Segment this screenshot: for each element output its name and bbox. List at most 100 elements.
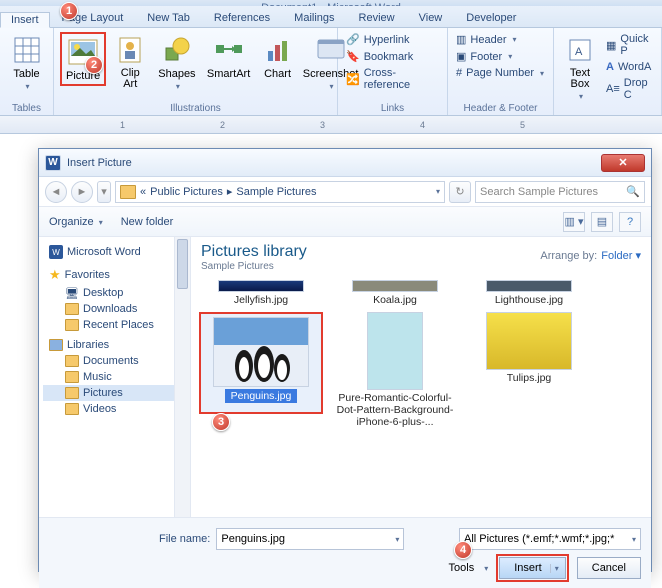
callout-4: 4 xyxy=(454,541,472,559)
preview-pane-button[interactable]: ▤ xyxy=(591,212,613,232)
footer-icon: ▣ xyxy=(456,50,466,63)
nav-videos[interactable]: Videos xyxy=(43,401,186,417)
bookmark-button[interactable]: 🔖Bookmark xyxy=(344,49,415,64)
tools-menu[interactable]: Tools xyxy=(449,562,475,574)
dialog-titlebar[interactable]: W Insert Picture ✕ xyxy=(39,149,651,177)
nav-downloads[interactable]: Downloads xyxy=(43,301,186,317)
tab-view[interactable]: View xyxy=(407,9,455,27)
group-label-links: Links xyxy=(338,103,447,114)
clipart-icon xyxy=(114,34,146,66)
word-icon: W xyxy=(45,155,61,171)
folder-icon xyxy=(65,303,79,315)
tab-insert[interactable]: Insert xyxy=(0,12,50,28)
pagenumber-button[interactable]: #Page Number▾ xyxy=(454,66,546,80)
nav-msword[interactable]: WMicrosoft Word xyxy=(43,243,186,261)
tab-developer[interactable]: Developer xyxy=(454,9,528,27)
help-button[interactable]: ? xyxy=(619,212,641,232)
dropcap-button[interactable]: A≡Drop C xyxy=(604,76,655,102)
chevron-down-icon: ▾ xyxy=(176,82,180,91)
history-dropdown[interactable]: ▾ xyxy=(97,181,111,203)
cancel-button[interactable]: Cancel xyxy=(577,557,641,579)
star-icon: ★ xyxy=(49,267,61,283)
arrange-label: Arrange by: xyxy=(540,250,597,262)
insert-picture-dialog: W Insert Picture ✕ ◄ ► ▾ « Public Pictur… xyxy=(38,148,652,572)
folder-icon xyxy=(65,403,79,415)
clipart-label: Clip Art xyxy=(114,68,146,90)
nav-desktop[interactable]: 🖥Desktop xyxy=(43,285,186,301)
hyperlink-button[interactable]: 🔗Hyperlink xyxy=(344,32,412,47)
filetype-dropdown[interactable]: All Pictures (*.emf;*.wmf;*.jpg;*▾ xyxy=(459,528,641,550)
chart-label: Chart xyxy=(264,68,291,80)
folder-icon xyxy=(65,387,79,399)
quickparts-icon: ▦ xyxy=(606,39,616,52)
file-pure-romantic[interactable]: Pure-Romantic-Colorful-Dot-Pattern-Backg… xyxy=(333,312,457,428)
svg-text:A: A xyxy=(575,46,583,58)
footer-button[interactable]: ▣Footer▾ xyxy=(454,49,514,64)
nav-recent[interactable]: Recent Places xyxy=(43,317,186,333)
library-subtitle: Sample Pictures xyxy=(201,261,307,272)
refresh-button[interactable]: ↻ xyxy=(449,181,471,203)
table-button[interactable]: Table▾ xyxy=(6,32,47,93)
tab-mailings[interactable]: Mailings xyxy=(282,9,346,27)
smartart-button[interactable]: SmartArt xyxy=(204,32,254,82)
pagenumber-icon: # xyxy=(456,67,462,79)
nav-music[interactable]: Music xyxy=(43,369,186,385)
nav-favorites[interactable]: ★Favorites xyxy=(43,265,186,285)
nav-documents[interactable]: Documents xyxy=(43,353,186,369)
chevron-down-icon: ▾ xyxy=(330,82,334,91)
callout-1: 1 xyxy=(60,2,78,20)
smartart-icon xyxy=(213,34,245,66)
breadcrumb[interactable]: Sample Pictures xyxy=(236,186,316,198)
header-button[interactable]: ▥Header▾ xyxy=(454,32,519,47)
group-label-headerfooter: Header & Footer xyxy=(448,103,553,114)
filename-input[interactable]: Penguins.jpg▾ xyxy=(216,528,404,550)
table-icon xyxy=(11,34,43,66)
app-title: Document1 - Microsoft Word xyxy=(261,2,401,6)
group-text: A Text Box▾ ▦Quick P AWordA A≡Drop C xyxy=(554,28,662,115)
back-button[interactable]: ◄ xyxy=(45,181,67,203)
file-jellyfish[interactable]: Jellyfish.jpg xyxy=(199,280,323,306)
close-button[interactable]: ✕ xyxy=(601,154,645,172)
textbox-button[interactable]: A Text Box▾ xyxy=(560,32,600,103)
insert-button[interactable]: Insert▾ xyxy=(499,557,566,579)
wordart-button[interactable]: AWordA xyxy=(604,60,655,74)
clipart-button[interactable]: Clip Art xyxy=(110,32,150,92)
search-placeholder: Search Sample Pictures xyxy=(480,186,598,198)
folder-icon xyxy=(65,371,79,383)
table-label: Table xyxy=(13,68,39,80)
horizontal-ruler[interactable]: 1 2 3 4 5 xyxy=(0,116,662,134)
crossref-button[interactable]: 🔀Cross-reference xyxy=(344,66,441,92)
tab-new-tab[interactable]: New Tab xyxy=(135,9,202,27)
address-bar[interactable]: « Public Pictures ▸ Sample Pictures ▾ xyxy=(115,181,445,203)
file-koala[interactable]: Koala.jpg xyxy=(333,280,457,306)
group-headerfooter: ▥Header▾ ▣Footer▾ #Page Number▾ Header &… xyxy=(448,28,554,115)
group-links: 🔗Hyperlink 🔖Bookmark 🔀Cross-reference Li… xyxy=(338,28,448,115)
organize-menu[interactable]: Organize ▾ xyxy=(49,216,103,228)
file-penguins[interactable]: Penguins.jpg xyxy=(199,312,323,414)
view-mode-button[interactable]: ▥ ▾ xyxy=(563,212,585,232)
search-input[interactable]: Search Sample Pictures 🔍 xyxy=(475,181,645,203)
wordart-icon: A xyxy=(606,61,614,73)
file-lighthouse[interactable]: Lighthouse.jpg xyxy=(467,280,591,306)
breadcrumb[interactable]: Public Pictures xyxy=(150,186,223,198)
hyperlink-icon: 🔗 xyxy=(346,33,360,46)
crossref-icon: 🔀 xyxy=(346,73,360,86)
forward-button[interactable]: ► xyxy=(71,181,93,203)
tab-references[interactable]: References xyxy=(202,9,282,27)
group-label-illustrations: Illustrations xyxy=(54,103,337,114)
folder-icon xyxy=(120,185,136,199)
chart-button[interactable]: Chart xyxy=(258,32,298,82)
file-tulips[interactable]: Tulips.jpg xyxy=(467,312,591,428)
nav-libraries[interactable]: Libraries xyxy=(43,337,186,353)
arrange-by-dropdown[interactable]: Folder ▾ xyxy=(601,249,641,262)
navpane-scrollbar[interactable] xyxy=(174,237,190,517)
new-folder-button[interactable]: New folder xyxy=(121,216,174,228)
ribbon-tabs: Insert Page Layout New Tab References Ma… xyxy=(0,6,662,28)
textbox-icon: A xyxy=(564,34,596,66)
quickparts-button[interactable]: ▦Quick P xyxy=(604,32,655,58)
dialog-bottom: File name: Penguins.jpg▾ All Pictures (*… xyxy=(39,517,651,588)
group-label-tables: Tables xyxy=(0,103,53,114)
nav-pictures[interactable]: Pictures xyxy=(43,385,186,401)
tab-review[interactable]: Review xyxy=(347,9,407,27)
shapes-button[interactable]: Shapes▾ xyxy=(154,32,199,93)
